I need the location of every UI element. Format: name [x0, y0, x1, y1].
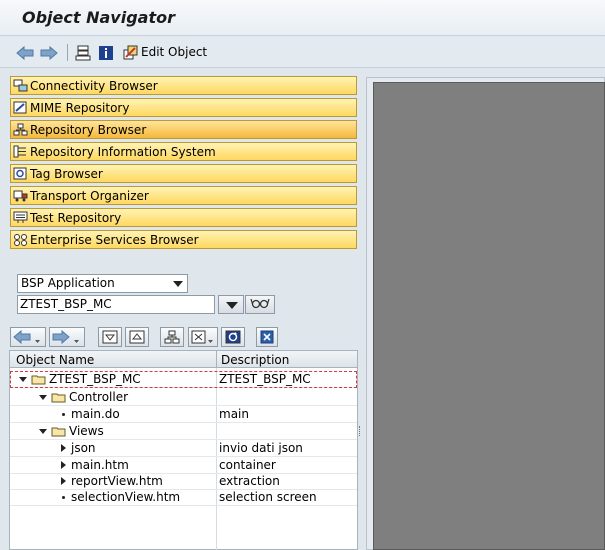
object-type-value: BSP Application [21, 276, 115, 290]
chevron-down-icon [226, 302, 238, 309]
tree-row[interactable]: ZTEST_BSP_MC ZTEST_BSP_MC [10, 371, 357, 388]
collapse-icon [129, 330, 145, 344]
edit-object-icon[interactable] [123, 44, 139, 61]
editor-area [373, 82, 605, 550]
edit-object-button[interactable]: Edit Object [141, 45, 207, 59]
expand-toggle[interactable] [38, 426, 48, 436]
forward-arrow-icon[interactable] [40, 44, 58, 61]
nav-enterprise-services-browser[interactable]: Enterprise Services Browser [10, 230, 357, 249]
nav-mime-repository[interactable]: MIME Repository [10, 98, 357, 117]
leaf-bullet [58, 409, 68, 419]
collapse-toggle[interactable] [58, 476, 68, 486]
folder-open-icon [51, 393, 66, 402]
expand-toggle[interactable] [38, 392, 48, 402]
tree-row[interactable]: reportView.htm extraction [10, 473, 357, 490]
column-header-object-name[interactable]: Object Name [16, 353, 94, 367]
folder-open-icon [31, 375, 46, 384]
nav-tag-browser[interactable]: Tag Browser [10, 164, 357, 183]
display-button[interactable] [245, 295, 275, 314]
object-name-dropdown-button[interactable] [218, 295, 244, 314]
title-bar: Object Navigator [0, 0, 605, 36]
toolbar-separator [67, 44, 68, 61]
collapse-toggle[interactable] [58, 460, 68, 470]
collapse-all-button[interactable] [125, 327, 149, 347]
column-header-description[interactable]: Description [221, 353, 289, 367]
folder-open-icon [51, 427, 66, 436]
nav-test-repository[interactable]: Test Repository [10, 208, 357, 227]
services-icon [13, 232, 28, 247]
tree-row[interactable]: main.htm container [10, 457, 357, 474]
hierarchy-button[interactable] [160, 327, 184, 347]
tree-row[interactable]: Views [10, 423, 357, 440]
chevron-down-icon [173, 281, 183, 287]
test-icon [13, 210, 28, 225]
hierarchy-icon [164, 330, 180, 344]
nav-transport-organizer[interactable]: Transport Organizer [10, 186, 357, 205]
object-name-input[interactable]: ZTEST_BSP_MC [17, 295, 215, 314]
close-icon [260, 330, 274, 344]
nav-repository-information-system[interactable]: Repository Information System [10, 142, 357, 161]
nav-connectivity-browser[interactable]: Connectivity Browser [10, 76, 357, 95]
back-arrow-icon [13, 330, 40, 344]
truck-icon [13, 188, 28, 203]
refresh-button[interactable] [221, 327, 245, 347]
tree-header: Object Name Description [10, 351, 357, 368]
expand-toggle[interactable] [18, 374, 28, 384]
object-name-value: ZTEST_BSP_MC [20, 297, 112, 311]
refresh-icon [225, 330, 241, 344]
tree-forward-button[interactable] [49, 327, 85, 347]
tree-back-button[interactable] [10, 327, 46, 347]
nav-repository-browser[interactable]: Repository Browser [10, 120, 357, 139]
settings-button[interactable] [188, 327, 218, 347]
tree-row[interactable]: selectionView.htm selection screen [10, 489, 357, 506]
glasses-icon [250, 297, 270, 312]
tree-row[interactable]: main.do main [10, 406, 357, 423]
pane-splitter[interactable] [359, 70, 365, 550]
info-icon[interactable] [98, 44, 114, 61]
app-toolbar: Edit Object [0, 37, 605, 68]
mime-icon [13, 100, 28, 115]
tag-icon [13, 166, 28, 181]
info-system-icon [13, 144, 28, 159]
window-title: Object Navigator [22, 8, 175, 27]
object-type-select[interactable]: BSP Application [17, 274, 188, 293]
expand-icon [102, 330, 118, 344]
repository-icon [13, 122, 28, 137]
collapse-toggle[interactable] [58, 443, 68, 453]
column-divider[interactable] [216, 351, 217, 368]
hierarchy-icon[interactable] [75, 44, 91, 61]
settings-icon [191, 330, 213, 344]
back-arrow-icon[interactable] [16, 44, 34, 61]
connectivity-icon [13, 78, 28, 93]
tree-row[interactable]: Controller [10, 389, 357, 406]
expand-all-button[interactable] [98, 327, 122, 347]
close-button[interactable] [256, 327, 278, 347]
leaf-bullet [58, 492, 68, 502]
tree-row[interactable]: json invio dati json [10, 440, 357, 457]
object-tree: Object Name Description ZTEST_BSP_MC ZTE… [9, 350, 358, 550]
forward-arrow-icon [52, 330, 79, 344]
